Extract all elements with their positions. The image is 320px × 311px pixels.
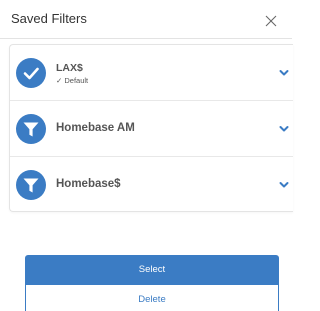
filter-item-homebase[interactable]: Homebase$ <box>10 157 293 213</box>
delete-button[interactable]: Delete <box>25 285 279 311</box>
check-icon <box>16 58 46 88</box>
filter-name: Homebase AM <box>56 122 135 134</box>
filter-item-homebase-am[interactable]: Homebase AM <box>10 101 293 157</box>
filter-name: LAX$ <box>56 62 83 74</box>
select-button[interactable]: Select <box>25 255 279 285</box>
close-icon <box>265 15 277 27</box>
chevron-down-icon[interactable] <box>279 181 289 189</box>
filter-list: LAX$ ✓ Default Homebase AM Homebase$ <box>9 44 293 212</box>
funnel-icon <box>16 170 46 200</box>
close-button[interactable] <box>264 14 278 28</box>
saved-filters-panel: Saved Filters LAX$ ✓ Default Homebase AM… <box>0 0 293 311</box>
filter-name: Homebase$ <box>56 178 121 190</box>
chevron-down-icon[interactable] <box>279 69 289 77</box>
funnel-icon <box>16 114 46 144</box>
default-badge: ✓ Default <box>56 76 89 85</box>
panel-header: Saved Filters <box>0 0 292 39</box>
filter-item-lax[interactable]: LAX$ ✓ Default <box>10 45 293 101</box>
chevron-down-icon[interactable] <box>279 125 289 133</box>
panel-title: Saved Filters <box>11 11 87 26</box>
